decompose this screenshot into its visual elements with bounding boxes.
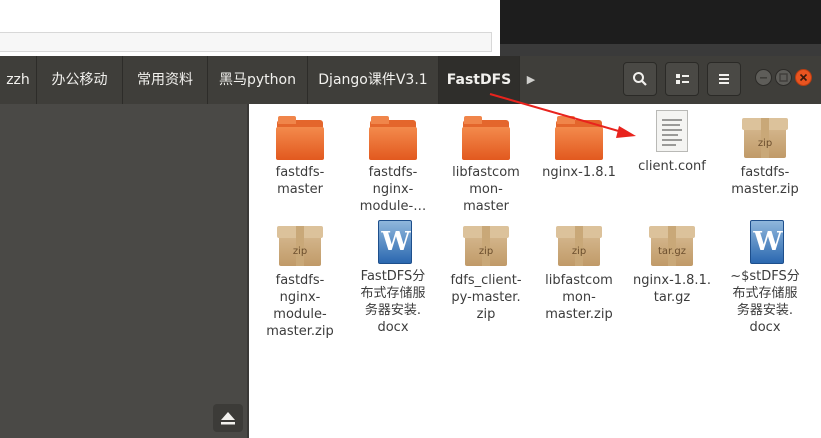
annotation-arrow bbox=[489, 93, 636, 138]
